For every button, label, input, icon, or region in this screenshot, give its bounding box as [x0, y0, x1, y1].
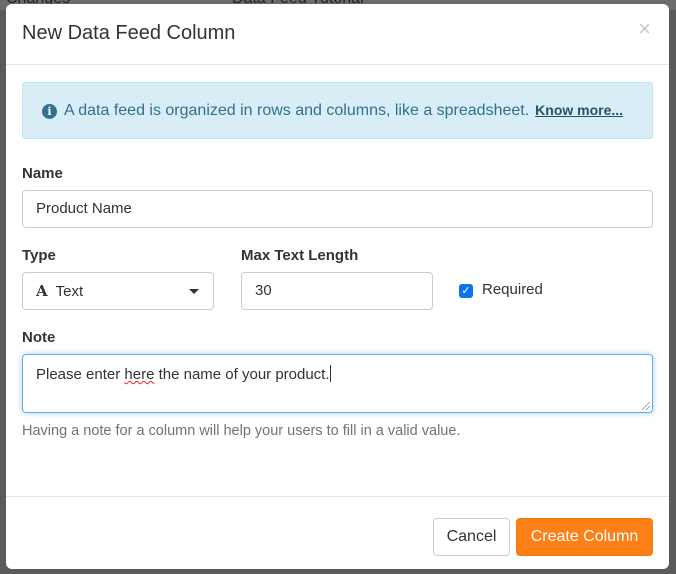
close-icon[interactable]: × — [638, 18, 651, 40]
max-length-input[interactable]: 30 — [241, 272, 433, 310]
note-help-text: Having a note for a column will help you… — [22, 423, 461, 439]
name-input[interactable]: Product Name — [22, 190, 653, 228]
modal-header: New Data Feed Column × — [6, 4, 669, 65]
text-type-icon: A — [36, 282, 48, 300]
new-column-dialog: New Data Feed Column × i A data feed is … — [6, 4, 669, 569]
required-label[interactable]: Required — [482, 281, 543, 298]
info-alert: i A data feed is organized in rows and c… — [22, 82, 653, 139]
note-text-after: the name of your product. — [154, 366, 330, 383]
max-length-label: Max Text Length — [241, 247, 359, 264]
note-text-typo: here — [124, 366, 155, 383]
type-label: Type — [22, 247, 56, 264]
cancel-button[interactable]: Cancel — [433, 518, 510, 556]
modal-footer: Cancel Create Column — [6, 496, 669, 569]
name-label: Name — [22, 165, 63, 182]
alert-text-wrapper: A data feed is organized in rows and col… — [64, 102, 623, 120]
modal-title: New Data Feed Column — [22, 22, 236, 44]
note-text-before: Please enter — [36, 366, 125, 383]
chevron-down-icon — [189, 289, 199, 294]
create-column-button[interactable]: Create Column — [516, 518, 653, 556]
note-textarea[interactable]: Please enter here the name of your produ… — [22, 354, 653, 413]
info-icon: i — [42, 104, 57, 119]
alert-text: A data feed is organized in rows and col… — [64, 102, 530, 119]
type-select-value: Text — [55, 283, 84, 300]
note-label: Note — [22, 329, 56, 346]
resize-handle-icon[interactable] — [642, 402, 650, 410]
text-caret — [329, 365, 331, 382]
type-select[interactable]: A Text — [22, 272, 214, 310]
required-checkbox[interactable]: ✓ — [459, 284, 473, 298]
know-more-link[interactable]: Know more... — [535, 102, 623, 118]
